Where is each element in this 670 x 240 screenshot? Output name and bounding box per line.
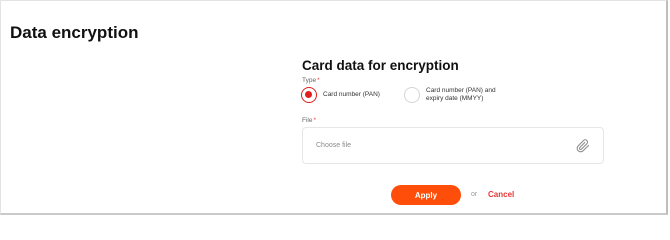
file-label-text: File: [302, 117, 313, 124]
paperclip-icon[interactable]: [576, 139, 590, 153]
file-field-label: File*: [302, 117, 316, 124]
apply-button[interactable]: Apply: [391, 185, 461, 205]
type-field-label: Type*: [302, 77, 320, 84]
section-title: Card data for encryption: [302, 58, 459, 73]
required-mark: *: [313, 117, 317, 124]
radio-card-number-pan-expiry[interactable]: Card number (PAN) and expiry date (MMYY): [404, 87, 506, 103]
radio-card-number-pan[interactable]: Card number (PAN): [301, 87, 380, 103]
required-mark: *: [317, 77, 320, 84]
radio-circle-selected[interactable]: [301, 87, 317, 103]
radio-circle[interactable]: [404, 87, 420, 103]
type-label-text: Type: [302, 77, 317, 84]
cancel-link[interactable]: Cancel: [488, 190, 514, 199]
or-separator: or: [471, 191, 478, 198]
file-chooser[interactable]: Choose file: [302, 127, 604, 164]
radio-label: Card number (PAN) and expiry date (MMYY): [426, 87, 496, 102]
radio-label: Card number (PAN): [323, 91, 380, 98]
file-placeholder: Choose file: [316, 142, 352, 149]
page-title: Data encryption: [10, 23, 139, 42]
